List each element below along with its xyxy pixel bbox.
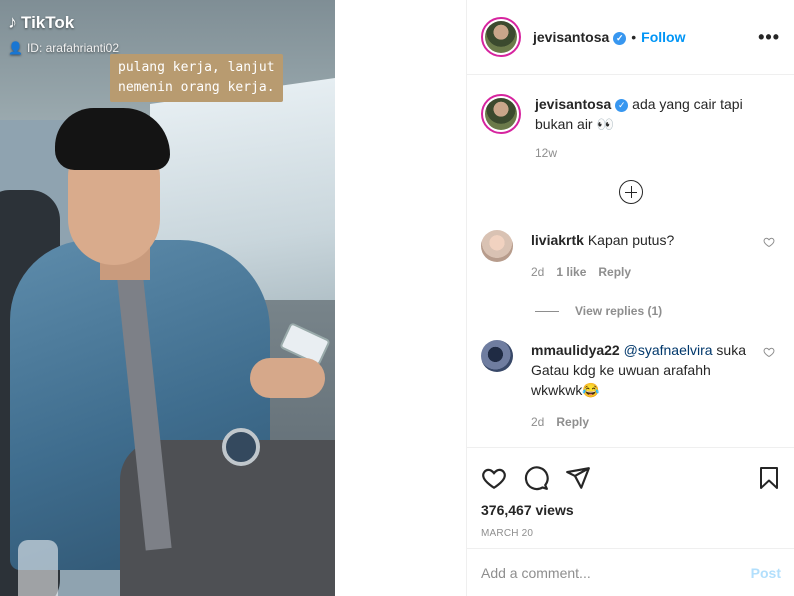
commenter-avatar[interactable] [481,230,513,262]
author-username-text[interactable]: jevisantosa [533,29,609,45]
tiktok-id: 👤 ID: arafahrianti02 [8,41,119,55]
verified-icon: ✓ [615,98,629,112]
tiktok-label: TikTok [21,12,75,32]
tiktok-id-text: ID: arafahrianti02 [26,41,120,55]
reply-button[interactable]: Reply [556,412,589,432]
caption-username[interactable]: jevisantosa [535,96,611,112]
comment-time: 2d [531,265,545,279]
add-comment-input[interactable] [481,564,751,581]
post-panel: jevisantosa ✓ • Follow ••• jevisantosa ✓ a… [466,0,794,596]
action-icons [481,464,781,492]
author-username[interactable]: jevisantosa ✓ [533,29,627,45]
video-caption-line1: pulang kerja, lanjut [118,60,275,75]
comment-text: Kapan putus? [587,232,675,248]
user-icon: 👤 [8,41,23,55]
caption-time: 12w [535,146,558,160]
share-paper-plane-icon[interactable] [565,465,591,491]
video-caption: pulang kerja, lanjut nemenin orang kerja… [110,54,283,102]
comment-body: liviakrtk Kapan putus? 2d 1 like Reply [531,230,751,282]
post-comment-button[interactable]: Post [751,565,781,581]
like-heart-icon[interactable] [481,465,507,491]
caption-text: jevisantosa ✓ ada yang cair tapi bukan ai… [535,94,745,134]
comment-time: 2d [531,415,545,429]
add-comment-bar: Post [467,548,794,596]
comment-mention[interactable]: @syafnaelvira [624,342,713,358]
load-more-comments-icon[interactable] [619,180,643,204]
like-comment-heart-icon[interactable] [763,236,775,248]
comment-username[interactable]: mmaulidya22 [531,342,620,358]
view-replies-label[interactable]: View replies (1) [575,304,662,318]
view-count[interactable]: 376,467 views [481,502,781,518]
more-options-icon[interactable]: ••• [758,27,780,48]
verified-icon: ✓ [613,31,627,45]
save-bookmark-icon[interactable] [757,465,781,491]
reply-button[interactable]: Reply [598,262,631,282]
comment-item: mmaulidya22 @syafnaelvira suka Gatau kdg… [481,340,781,432]
comment-meta: 2d 1 like Reply [531,262,751,282]
comments-section[interactable]: jevisantosa ✓ ada yang cair tapi bukan ai… [467,76,794,446]
post-date[interactable]: MARCH 20 [481,528,781,539]
comment-body: mmaulidya22 @syafnaelvira suka Gatau kdg… [531,340,751,432]
person-hand [250,358,325,398]
view-replies[interactable]: View replies (1) [535,304,781,318]
follow-button[interactable]: Follow [641,29,685,45]
comment-bubble-icon[interactable] [523,465,549,491]
commenter-avatar[interactable] [481,340,513,372]
view-replies-line [535,310,559,312]
author-avatar[interactable] [481,17,521,57]
wristwatch [222,428,260,466]
load-more [481,180,781,204]
post-caption: jevisantosa ✓ ada yang cair tapi bukan ai… [481,94,781,134]
video-caption-line2: nemenin orang kerja. [118,80,275,95]
comment-item: liviakrtk Kapan putus? 2d 1 like Reply [481,230,781,282]
water-bottle [18,540,58,596]
post-actions: 376,467 views MARCH 20 [467,447,794,539]
caption-avatar[interactable] [481,94,521,134]
separator-dot: • [631,29,637,45]
post-media[interactable]: ♪ TikTok 👤 ID: arafahrianti02 pulang ker… [0,0,335,596]
comment-meta: 2d Reply [531,412,751,432]
comment-likes[interactable]: 1 like [556,262,586,282]
like-comment-heart-icon[interactable] [763,346,775,358]
tiktok-note-icon: ♪ [8,12,17,32]
comment-username[interactable]: liviakrtk [531,232,584,248]
tiktok-watermark: ♪ TikTok [8,12,74,33]
post-header: jevisantosa ✓ • Follow ••• [467,0,794,75]
